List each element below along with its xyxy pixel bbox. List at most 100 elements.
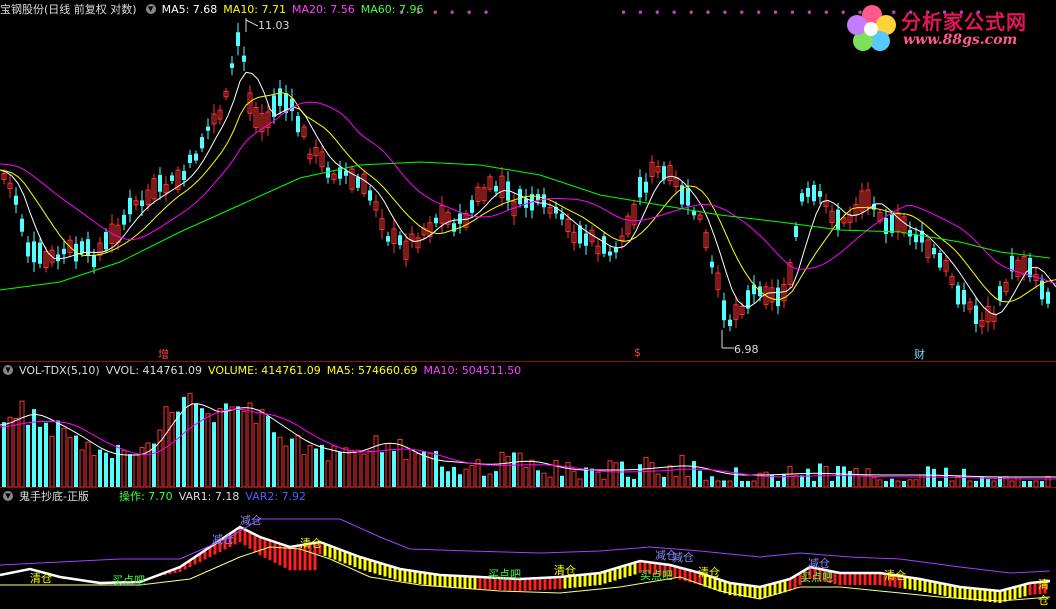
indicator-bar	[918, 579, 922, 591]
volume-bar	[205, 413, 211, 487]
indicator-bar	[378, 563, 382, 575]
candle-body	[710, 261, 714, 268]
signal-label: 清仓	[554, 564, 576, 577]
indicator-bar	[928, 581, 932, 593]
indicator-bar	[463, 576, 467, 589]
indicator-bar	[278, 543, 282, 566]
candle-body	[278, 88, 282, 106]
candle-body	[194, 153, 198, 161]
volume-bar	[7, 416, 13, 487]
indicator-bar	[408, 570, 412, 583]
indicator-bar	[338, 549, 342, 562]
volume-bar	[440, 466, 444, 487]
volume-bar	[662, 476, 666, 487]
indicator-bar	[938, 583, 942, 595]
candle-body	[812, 184, 816, 202]
indicator-bar	[333, 547, 337, 560]
indicator-bar	[563, 576, 567, 589]
indicator-bar	[948, 585, 952, 597]
candlestick-chart[interactable]	[0, 0, 1056, 361]
volume-bar	[698, 470, 702, 487]
indicator-bar	[443, 575, 447, 588]
indicator-bar	[393, 567, 397, 580]
volume-bar	[505, 455, 511, 487]
volume-bar	[314, 448, 318, 487]
indicator-bar	[608, 570, 612, 582]
indicator-bar	[933, 582, 937, 594]
signal-label: 买点吧	[488, 568, 521, 581]
volume-bar	[409, 449, 415, 487]
candle-body	[890, 214, 894, 233]
indicator-bar	[878, 573, 882, 585]
signal-label: 清仓	[698, 566, 720, 579]
indicator-bar	[783, 580, 787, 593]
indicator-bar	[283, 545, 287, 568]
candle-body	[914, 234, 918, 243]
volume-bar	[494, 471, 498, 487]
candle-body	[200, 137, 204, 149]
marker-dollar: $	[634, 346, 641, 359]
settings-circle-icon[interactable]: ▾	[3, 364, 13, 375]
signal-label: 买点吧	[112, 574, 145, 587]
volume-bar	[955, 476, 961, 487]
volume-bar	[266, 416, 270, 487]
settings-circle-icon[interactable]: ▾	[3, 490, 13, 501]
volume-panel[interactable]: ▾ VOL-TDX(5,10) VVOL: 414761.09 VOLUME: …	[0, 361, 1056, 487]
indicator-bar	[258, 537, 262, 556]
indicator-bar	[1028, 583, 1032, 595]
indicator-bar	[353, 555, 357, 568]
candle-body	[20, 218, 24, 232]
volume-bar	[415, 453, 421, 487]
volume-bar	[397, 439, 403, 487]
indicator-bar	[578, 575, 582, 587]
candle-body	[692, 210, 696, 216]
volume-bar	[763, 471, 769, 487]
volume-bar	[116, 444, 120, 487]
indicator-bar	[1023, 584, 1027, 597]
volume-chart[interactable]	[0, 361, 1056, 487]
volume-bar	[512, 452, 516, 487]
var2-line	[0, 518, 1051, 574]
candle-body	[230, 63, 234, 68]
indicator-panel[interactable]: ▾ 鬼手抄底-正版 操作: 7.70 VAR1: 7.18 VAR2: 7.92…	[0, 487, 1056, 609]
stock-name: 宝钢股份(日线 前复权 对数)	[0, 3, 137, 16]
indicator-bar	[758, 587, 762, 599]
volume-bar	[212, 422, 216, 487]
candle-body	[584, 233, 588, 246]
price-panel[interactable]: 宝钢股份(日线 前复权 对数) ▾ MA5: 7.68 MA10: 7.71 M…	[0, 0, 1056, 361]
logo-title: 分析家公式网	[901, 10, 1027, 34]
volume-bar	[91, 455, 97, 487]
candle-body	[56, 254, 60, 262]
volume-bar	[74, 435, 78, 487]
volume-bar	[482, 475, 486, 487]
volume-label: VOLUME: 414761.09	[208, 363, 321, 377]
indicator-bar	[753, 586, 757, 599]
indicator-bar	[428, 573, 432, 586]
indicator-bar	[243, 529, 247, 546]
candle-body	[296, 116, 300, 133]
volume-bar	[710, 476, 714, 487]
volume-bar	[236, 406, 240, 487]
indicator-bar	[773, 583, 777, 595]
volume-bar	[734, 467, 738, 487]
ma5-label: MA5: 7.68	[161, 2, 218, 16]
indicator-bar	[593, 573, 597, 586]
volume-bar	[907, 479, 913, 487]
indicator-bar	[273, 542, 277, 563]
volume-bar	[247, 402, 253, 487]
volume-bar	[800, 475, 804, 487]
volume-bar	[133, 454, 139, 487]
indicator-chart[interactable]	[0, 487, 1056, 609]
volume-bar	[98, 449, 102, 487]
volume-bar	[613, 462, 619, 487]
volume-bar	[157, 429, 163, 487]
candle-body	[38, 242, 42, 264]
indicator-bar	[543, 577, 547, 590]
volume-bar	[49, 435, 55, 487]
candle-body	[242, 55, 246, 62]
indicator-bar	[968, 588, 972, 600]
settings-circle-icon[interactable]: ▾	[145, 3, 156, 14]
volume-bar	[913, 479, 919, 487]
candle-body	[542, 194, 546, 208]
volume-bar	[338, 452, 342, 487]
